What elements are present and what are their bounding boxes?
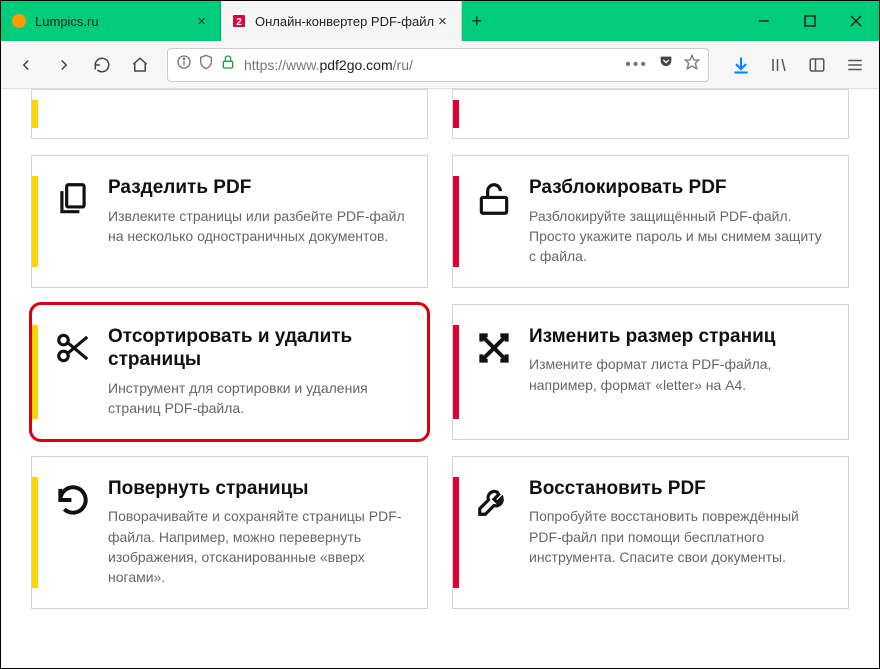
card-desc: Измените формат листа PDF-файла, наприме…	[529, 354, 828, 395]
close-window-button[interactable]	[833, 1, 879, 41]
pocket-icon[interactable]	[658, 54, 674, 75]
svg-text:2: 2	[236, 17, 242, 28]
card-title: Повернуть страницы	[108, 477, 407, 501]
home-button[interactable]	[123, 48, 157, 82]
back-button[interactable]	[9, 48, 43, 82]
card-desc: Попробуйте восстановить повреждённый PDF…	[529, 506, 828, 567]
info-icon[interactable]	[176, 54, 192, 75]
minimize-button[interactable]	[741, 1, 787, 41]
card-desc: Поворачивайте и сохраняйте страницы PDF-…	[108, 506, 407, 587]
sidebar-button[interactable]	[801, 49, 833, 81]
card-split-pdf[interactable]: Разделить PDF Извлеките страницы или раз…	[31, 155, 428, 288]
card-desc: Извлеките страницы или разбейте PDF-файл…	[108, 206, 407, 247]
new-tab-button[interactable]: +	[462, 1, 492, 41]
rotate-icon	[38, 477, 108, 588]
card-stub[interactable]	[31, 89, 428, 139]
window-controls	[741, 1, 879, 41]
card-sort-delete-pages[interactable]: Отсортировать и удалить страницы Инструм…	[31, 304, 428, 440]
close-icon[interactable]: ×	[434, 13, 451, 30]
tab-lumpics[interactable]: Lumpics.ru ×	[1, 1, 221, 41]
tab-title: Lumpics.ru	[35, 14, 193, 29]
reload-button[interactable]	[85, 48, 119, 82]
menu-button[interactable]	[839, 49, 871, 81]
card-title: Разблокировать PDF	[529, 176, 828, 200]
card-repair-pdf[interactable]: Восстановить PDF Попробуйте восстановить…	[452, 456, 849, 609]
lock-icon[interactable]	[220, 54, 236, 75]
copy-icon	[38, 176, 108, 267]
card-stub[interactable]	[452, 89, 849, 139]
tab-pdf2go[interactable]: 2 Онлайн-конвертер PDF-файл ×	[221, 1, 462, 41]
url-text: https://www.pdf2go.com/ru/	[244, 57, 617, 73]
expand-icon	[459, 325, 529, 419]
star-icon[interactable]	[684, 54, 700, 75]
card-title: Разделить PDF	[108, 176, 407, 200]
page-content[interactable]: Разделить PDF Извлеките страницы или раз…	[1, 89, 879, 668]
page-action-menu[interactable]: •••	[625, 56, 648, 74]
maximize-button[interactable]	[787, 1, 833, 41]
close-icon[interactable]: ×	[193, 13, 210, 30]
library-button[interactable]	[763, 49, 795, 81]
forward-button[interactable]	[47, 48, 81, 82]
unlock-icon	[459, 176, 529, 267]
card-rotate-pages[interactable]: Повернуть страницы Поворачивайте и сохра…	[31, 456, 428, 609]
card-title: Восстановить PDF	[529, 477, 828, 501]
favicon-pdf2go: 2	[231, 13, 247, 29]
shield-icon[interactable]	[198, 54, 214, 75]
favicon-lumpics	[11, 13, 27, 29]
card-desc: Инструмент для сортировки и удаления стр…	[108, 378, 407, 419]
url-bar[interactable]: https://www.pdf2go.com/ru/ •••	[167, 48, 709, 82]
card-title: Отсортировать и удалить страницы	[108, 325, 407, 373]
titlebar: Lumpics.ru × 2 Онлайн-конвертер PDF-файл…	[1, 1, 879, 41]
card-desc: Разблокируйте защищённый PDF-файл. Прост…	[529, 206, 828, 267]
card-resize-pages[interactable]: Изменить размер страниц Измените формат …	[452, 304, 849, 440]
downloads-button[interactable]	[725, 49, 757, 81]
wrench-icon	[459, 477, 529, 588]
tab-title: Онлайн-конвертер PDF-файл	[255, 14, 434, 29]
toolbar: https://www.pdf2go.com/ru/ •••	[1, 41, 879, 89]
card-title: Изменить размер страниц	[529, 325, 828, 349]
scissors-icon	[38, 325, 108, 419]
card-unlock-pdf[interactable]: Разблокировать PDF Разблокируйте защищён…	[452, 155, 849, 288]
